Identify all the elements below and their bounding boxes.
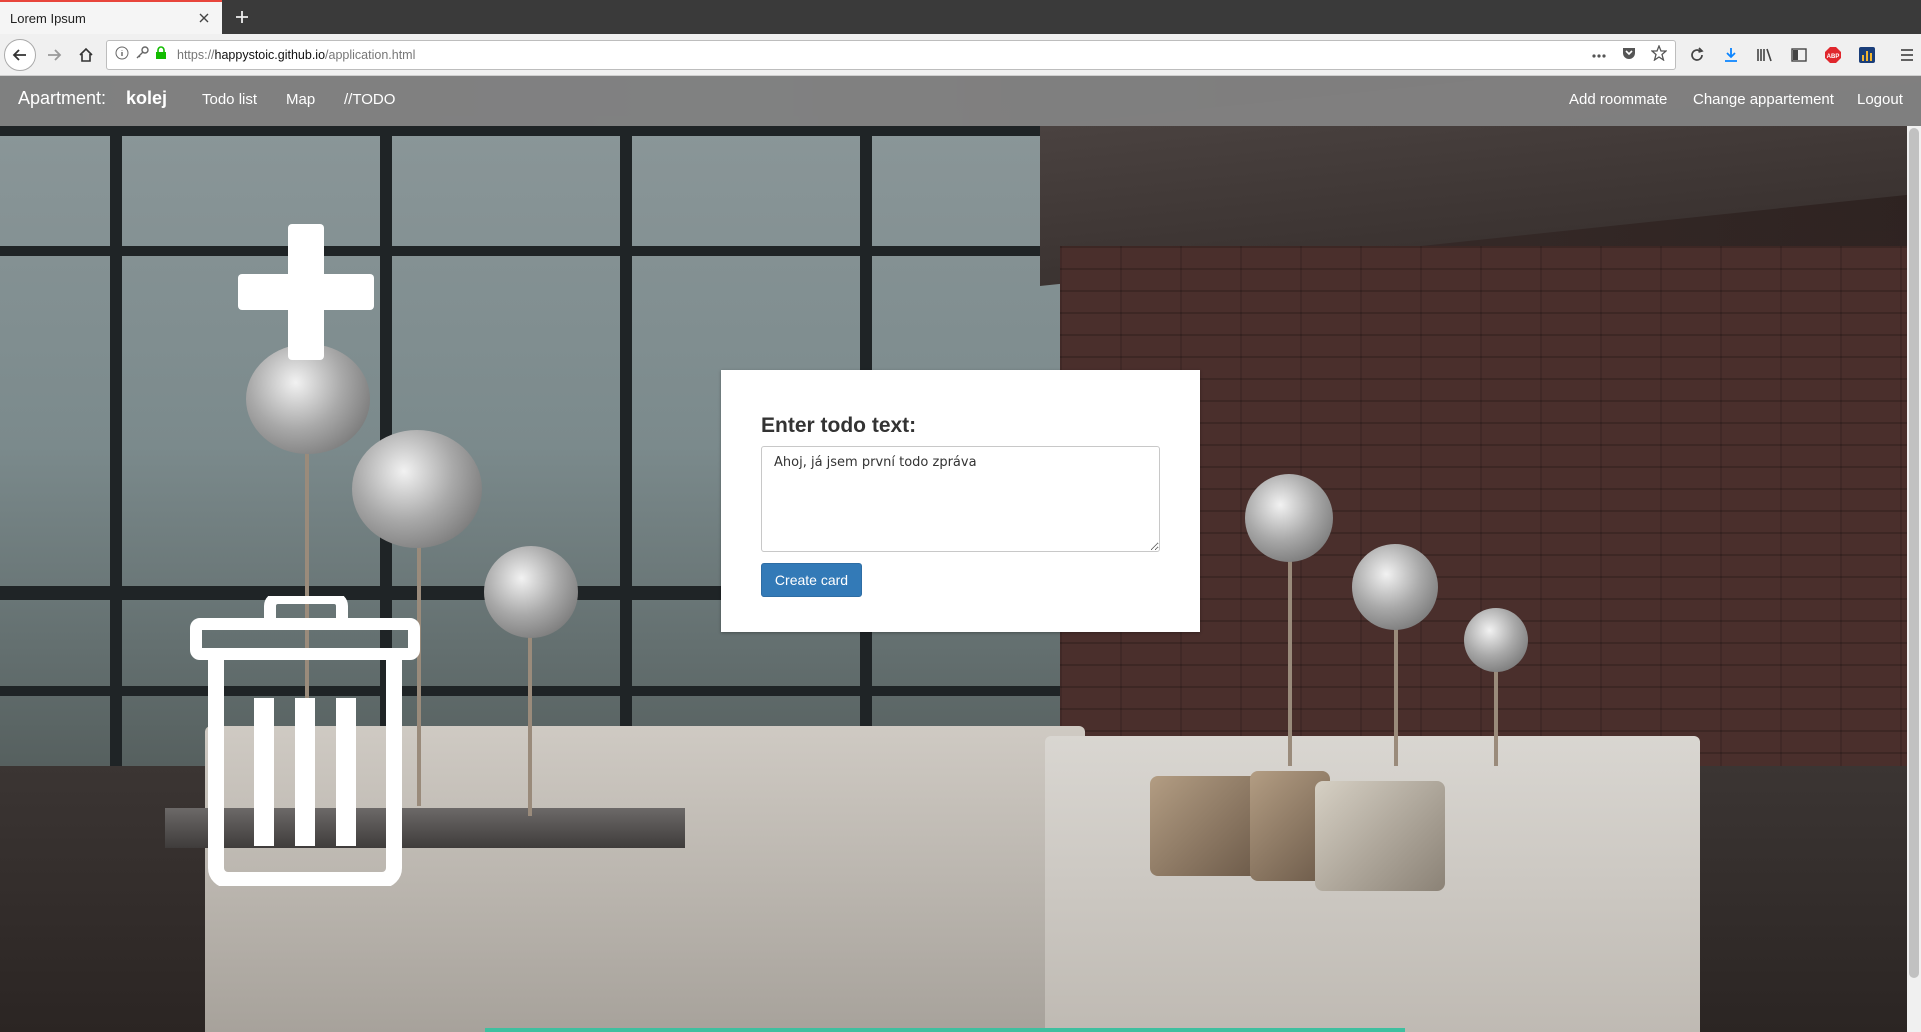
nav-todo[interactable]: //TODO [344, 91, 395, 108]
key-icon[interactable] [135, 45, 149, 65]
brand-apartment-name[interactable]: kolej [126, 88, 167, 109]
scrollbar-thumb[interactable] [1909, 128, 1919, 978]
url-scheme: https:// [177, 48, 215, 62]
tab-bar: Lorem Ipsum [0, 0, 1921, 34]
download-icon[interactable] [1720, 44, 1742, 66]
brand-label: Apartment: [18, 88, 107, 108]
trash-icon[interactable] [190, 592, 420, 888]
back-arrow-icon[interactable] [4, 39, 36, 71]
nav-todo-list[interactable]: Todo list [202, 91, 257, 108]
new-tab-icon[interactable] [230, 5, 254, 29]
sidebar-icon[interactable] [1788, 44, 1810, 66]
todo-text-input[interactable]: Ahoj, já jsem první todo zpráva [761, 446, 1160, 552]
nav-change-appartement[interactable]: Change appartement [1693, 91, 1834, 108]
nav-map[interactable]: Map [286, 91, 315, 108]
background-lamp-globe [352, 430, 482, 548]
browser-toolbar: https://happystoic.github.io/application… [0, 34, 1921, 76]
app-navbar: Apartment: kolej Todo list Map //TODO Ad… [0, 76, 1921, 126]
todo-dialog: Enter todo text: Ahoj, já jsem první tod… [721, 370, 1200, 632]
library-icon[interactable] [1754, 44, 1776, 66]
url-bar[interactable]: https://happystoic.github.io/application… [106, 40, 1676, 70]
add-card-icon[interactable] [238, 224, 374, 360]
tab-title: Lorem Ipsum [10, 10, 86, 26]
background-lamp-globe [246, 344, 370, 454]
background-lamp-globe [1352, 544, 1438, 630]
adblock-icon[interactable]: ABP [1822, 44, 1844, 66]
background-lamp-globe [484, 546, 578, 638]
bottom-accent-line [485, 1028, 1405, 1032]
pocket-icon[interactable] [1621, 45, 1637, 66]
create-card-button[interactable]: Create card [761, 563, 862, 597]
background-pillow [1315, 781, 1445, 891]
url-path: /application.html [325, 48, 416, 62]
extension-icon[interactable] [1856, 44, 1878, 66]
menu-icon[interactable] [1896, 44, 1918, 66]
background-lamp-globe [1245, 474, 1333, 562]
dialog-title: Enter todo text: [761, 414, 917, 437]
home-icon[interactable] [70, 39, 102, 71]
nav-add-roommate[interactable]: Add roommate [1569, 91, 1667, 108]
reload-icon[interactable] [1686, 44, 1708, 66]
background-lamp-stem [528, 616, 532, 816]
forward-arrow-icon[interactable] [38, 39, 70, 71]
more-icon[interactable] [1591, 46, 1607, 64]
nav-logout[interactable]: Logout [1857, 91, 1903, 108]
background-pillow [1150, 776, 1260, 876]
browser-tab[interactable]: Lorem Ipsum [0, 0, 222, 34]
svg-text:ABP: ABP [1827, 54, 1840, 60]
info-icon[interactable] [115, 46, 129, 65]
lock-icon[interactable] [155, 45, 167, 65]
close-icon[interactable] [196, 10, 212, 26]
url-text: https://happystoic.github.io/application… [177, 48, 1591, 62]
url-host: happystoic.github.io [214, 48, 326, 62]
background-lamp-globe [1464, 608, 1528, 672]
page: Apartment: kolej Todo list Map //TODO Ad… [0, 76, 1921, 1032]
bookmark-star-icon[interactable] [1650, 43, 1668, 66]
